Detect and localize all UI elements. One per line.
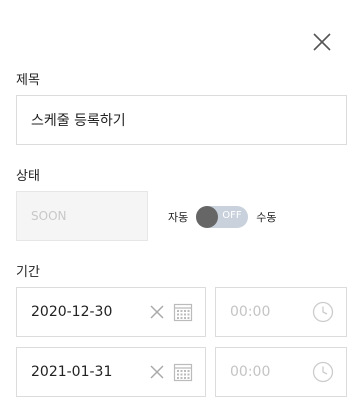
close-button[interactable]: [311, 31, 333, 53]
start-date-value: 2020-12-30: [31, 304, 113, 320]
status-field: SOON: [16, 191, 148, 241]
title-input-value: 스케줄 등록하기: [31, 113, 126, 129]
end-date-value: 2021-01-31: [31, 364, 113, 380]
clock-icon: [312, 301, 334, 323]
end-time-placeholder: 00:00: [230, 364, 271, 380]
end-date-input[interactable]: 2021-01-31: [16, 347, 206, 397]
calendar-icon[interactable]: [173, 302, 193, 322]
toggle-knob: [196, 206, 219, 228]
calendar-icon[interactable]: [173, 362, 193, 382]
mode-toggle[interactable]: OFF: [196, 206, 249, 228]
title-label: 제목: [16, 73, 40, 88]
period-label: 기간: [16, 265, 40, 280]
toggle-state: OFF: [222, 210, 242, 221]
mode-toggle-group: 자동 OFF 수동: [168, 206, 277, 228]
status-label: 상태: [16, 169, 40, 184]
status-value: SOON: [31, 209, 67, 223]
start-date-input[interactable]: 2020-12-30: [16, 287, 206, 337]
start-time-input[interactable]: 00:00: [215, 287, 347, 337]
close-icon: [313, 33, 331, 51]
end-time-input[interactable]: 00:00: [215, 347, 347, 397]
title-input[interactable]: 스케줄 등록하기: [16, 95, 347, 145]
clock-icon: [312, 361, 334, 383]
toggle-right-label: 수동: [256, 211, 277, 224]
clear-icon[interactable]: [149, 364, 165, 380]
clear-icon[interactable]: [149, 304, 165, 320]
start-time-placeholder: 00:00: [230, 304, 271, 320]
toggle-left-label: 자동: [168, 211, 189, 224]
